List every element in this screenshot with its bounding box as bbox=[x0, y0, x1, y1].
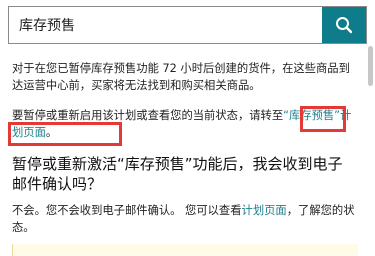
search-icon bbox=[336, 17, 353, 34]
paragraph-2-text: 要暂停或重新启用该计划或查看您的当前状态，请转至 bbox=[12, 109, 284, 122]
search-button[interactable] bbox=[322, 7, 366, 43]
faq-answer: 不会。您不会收到电子邮件确认。 您可以查看计划页面，了解您的状态。 bbox=[12, 202, 357, 236]
program-page-link[interactable]: 计划页面 bbox=[242, 204, 287, 217]
info-note-box bbox=[12, 244, 358, 256]
search-bar bbox=[8, 6, 367, 44]
article-body: 对于在您已暂停库存预售功能 72 小时后创建的货件，在这些商品到达运营中心前，买… bbox=[12, 60, 357, 236]
paragraph-2-end: 。 bbox=[45, 126, 58, 139]
scrollbar[interactable] bbox=[368, 46, 373, 86]
search-input[interactable] bbox=[9, 7, 324, 43]
faq-question-heading: 暂停或重新激活“库存预售”功能后，我会收到电子邮件确认吗？ bbox=[12, 155, 343, 193]
article-paragraph-1: 对于在您已暂停库存预售功能 72 小时后创建的货件，在这些商品到达运营中心前，买… bbox=[12, 62, 350, 92]
article-paragraph-2: 要暂停或重新启用该计划或查看您的当前状态，请转至“库存预售”计划页面。 bbox=[12, 107, 357, 141]
faq-answer-text: 不会。您不会收到电子邮件确认。 您可以查看 bbox=[12, 204, 242, 217]
